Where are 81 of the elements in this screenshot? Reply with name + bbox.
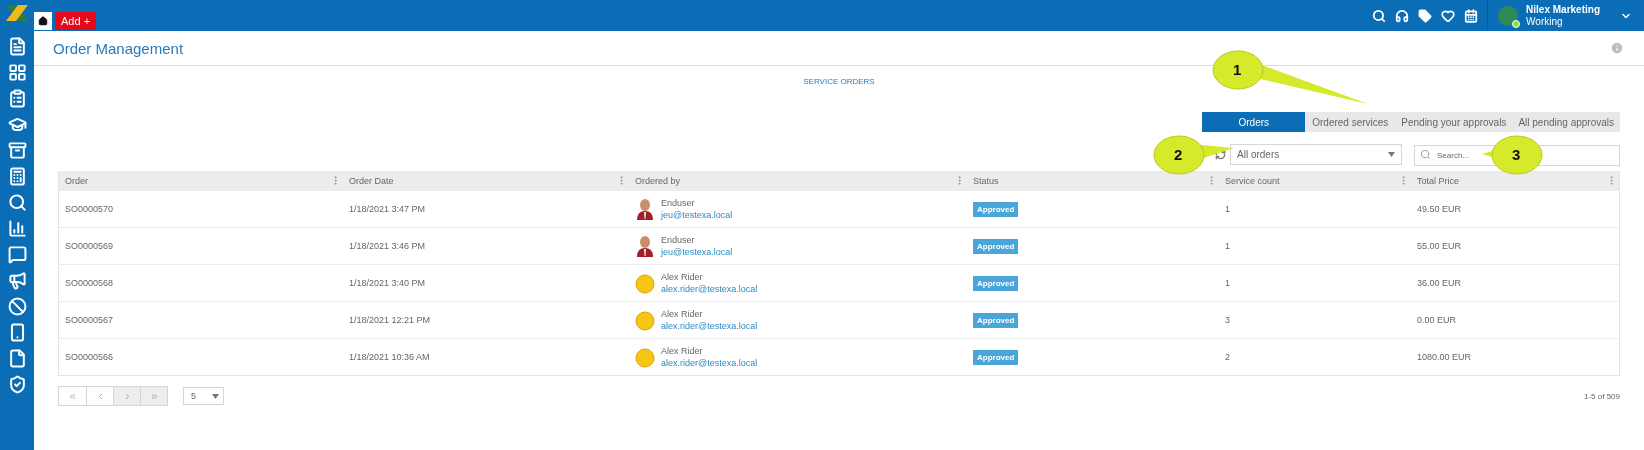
pager-summary: 1-5 of 509 [1583, 391, 1620, 401]
prohibited-icon[interactable] [7, 297, 27, 316]
page-title: Order Management [53, 39, 184, 57]
shield-check-icon[interactable] [7, 375, 27, 394]
column-header: Ordered by [635, 175, 681, 186]
order-date: 1/18/2021 10:36 AM [349, 352, 430, 362]
service-count: 3 [1225, 315, 1230, 325]
status-badge: Approved [973, 312, 1019, 328]
column-header: Status [973, 175, 999, 186]
order-date: 1/18/2021 3:40 PM [349, 278, 426, 288]
calculator-icon[interactable] [7, 167, 27, 186]
headphones-icon[interactable] [1395, 8, 1410, 23]
bar-chart-icon[interactable] [7, 219, 27, 238]
file-icon[interactable] [7, 349, 27, 368]
emoji-avatar [635, 309, 655, 331]
order-date: 1/18/2021 3:47 PM [349, 204, 426, 214]
tag-icon[interactable] [1418, 8, 1433, 23]
clipboard-icon[interactable] [7, 89, 27, 108]
email-link[interactable]: alex.rider@testexa.local [661, 357, 758, 369]
search-icon [1420, 149, 1431, 160]
status-badge: Approved [973, 238, 1019, 254]
status-badge: Approved [973, 275, 1019, 291]
service-count: 2 [1225, 352, 1230, 362]
column-header: Total Price [1417, 175, 1460, 186]
email-link[interactable]: jeu@testexa.local [661, 246, 733, 258]
person-name: Alex Rider [661, 345, 704, 357]
first-page-icon [68, 391, 77, 401]
chat-icon[interactable] [7, 245, 27, 264]
home-tab[interactable] [34, 12, 52, 30]
caret-icon [1388, 152, 1395, 157]
graduation-cap-icon[interactable] [7, 115, 27, 134]
section-title: SERVICE ORDERS [803, 77, 875, 86]
tab[interactable]: Orders [1202, 112, 1306, 132]
email-link[interactable]: jeu@testexa.local [661, 209, 733, 221]
user-avatar[interactable] [1498, 5, 1519, 26]
column-header: Order Date [349, 175, 394, 186]
status-badge: Approved [973, 349, 1019, 365]
person-avatar [635, 198, 655, 220]
search-icon[interactable] [7, 193, 27, 212]
megaphone-icon[interactable] [7, 271, 27, 290]
person-name: Alex Rider [661, 308, 704, 320]
email-link[interactable]: alex.rider@testexa.local [661, 283, 758, 295]
heart-icon[interactable] [1441, 8, 1456, 23]
person-name: Enduser [661, 197, 696, 209]
column-header: Order [65, 175, 88, 186]
total-price: 1080.00 EUR [1417, 352, 1472, 362]
order-number: SO0000569 [65, 241, 114, 251]
archive-icon[interactable] [7, 141, 27, 160]
service-count: 1 [1225, 278, 1230, 288]
caret-icon [212, 393, 219, 399]
order-number: SO0000567 [65, 315, 114, 325]
document-icon[interactable] [7, 37, 27, 56]
home-icon [38, 16, 48, 26]
search-icon[interactable] [1372, 8, 1387, 23]
order-number: SO0000568 [65, 278, 114, 288]
add-button[interactable]: Add + [55, 12, 97, 30]
person-name: Enduser [661, 234, 696, 246]
emoji-avatar [635, 272, 655, 294]
order-number: SO0000566 [65, 352, 114, 362]
orders-filter-select[interactable]: All orders [1230, 144, 1402, 165]
emoji-avatar [635, 346, 655, 368]
email-link[interactable]: alex.rider@testexa.local [661, 320, 758, 332]
service-count: 1 [1225, 204, 1230, 214]
total-price: 49.50 EUR [1417, 204, 1462, 214]
person-name: Alex Rider [661, 271, 704, 283]
last-page-icon [149, 391, 159, 401]
page-size-select[interactable]: 5 [183, 387, 224, 405]
grid-icon[interactable] [7, 63, 27, 82]
total-price: 0.00 EUR [1417, 315, 1457, 325]
column-header: Service count [1225, 175, 1280, 186]
user-status: Working [1526, 15, 1564, 28]
total-price: 36.00 EUR [1417, 278, 1462, 288]
total-price: 55.00 EUR [1417, 241, 1462, 251]
person-avatar [635, 235, 655, 257]
service-count: 1 [1225, 241, 1230, 251]
status-badge: Approved [973, 201, 1019, 217]
calendar-icon[interactable] [1464, 8, 1479, 23]
user-name: Nilex Marketing [1526, 3, 1600, 16]
order-date: 1/18/2021 12:21 PM [349, 315, 431, 325]
order-date: 1/18/2021 3:46 PM [349, 241, 426, 251]
order-number: SO0000570 [65, 204, 114, 214]
